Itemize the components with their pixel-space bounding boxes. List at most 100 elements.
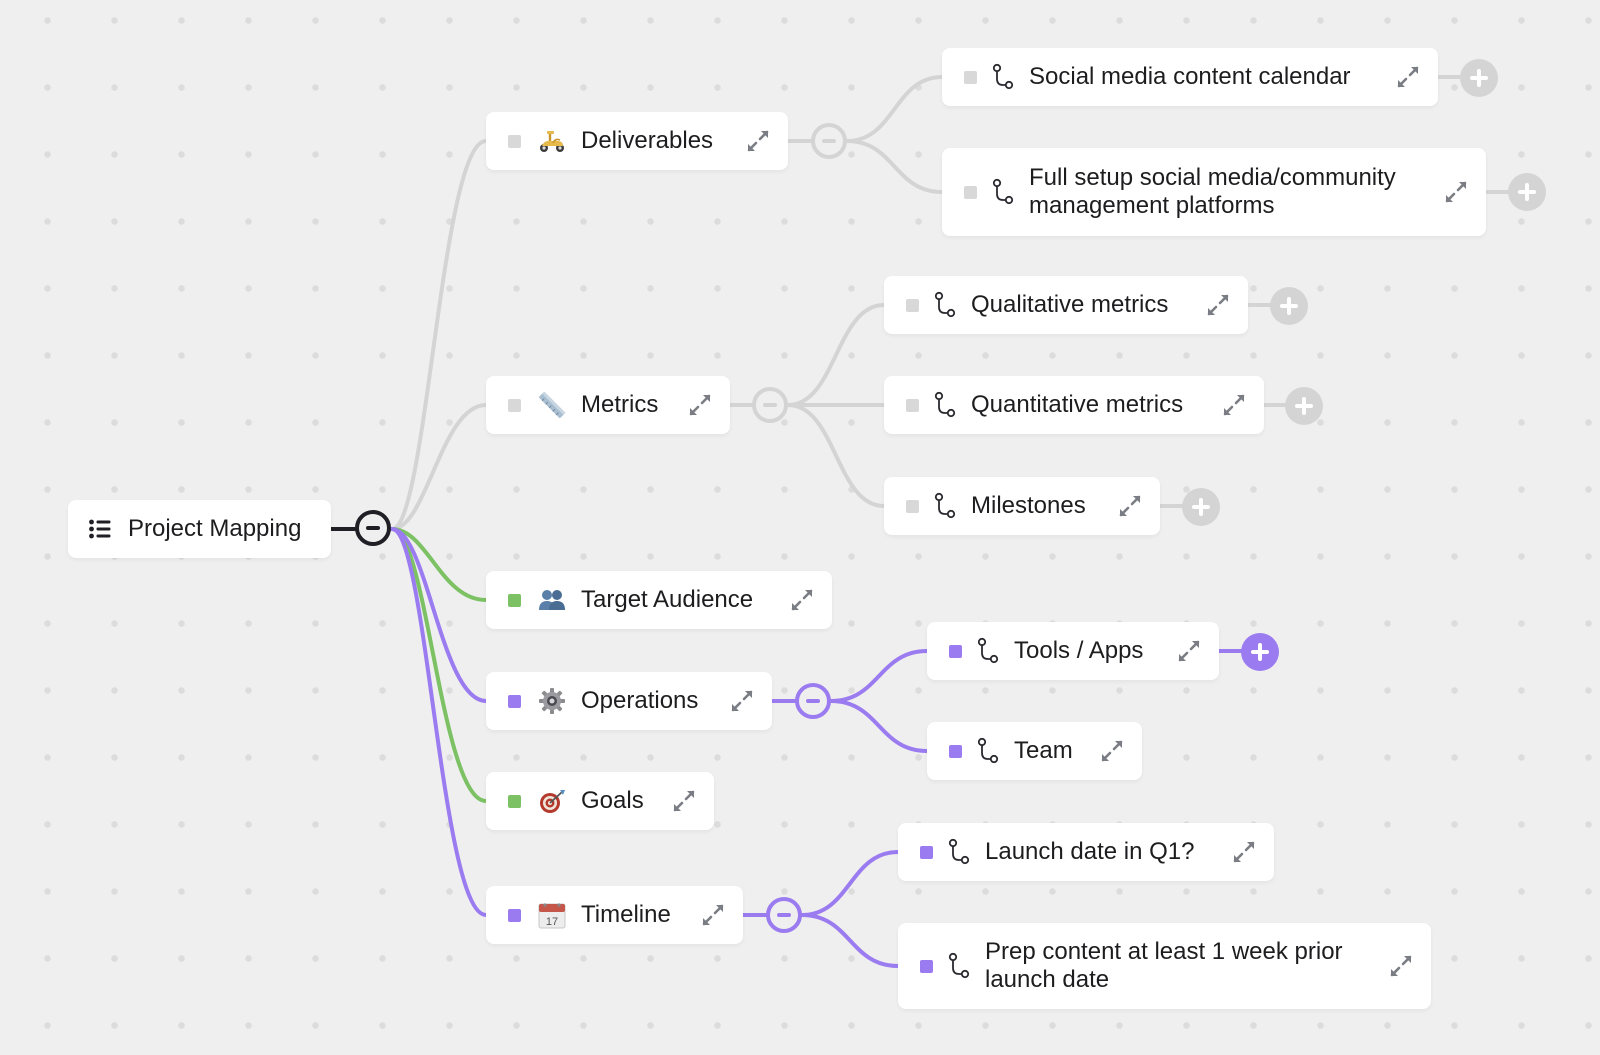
deliverables-child-1-connector [845, 139, 944, 194]
expand-icon[interactable] [1204, 291, 1232, 319]
branch-icon [976, 637, 1000, 665]
add-child-button[interactable] [1182, 488, 1220, 526]
leaf-label: Launch date in Q1? [985, 838, 1195, 865]
target-icon [537, 786, 567, 816]
color-swatch [508, 398, 521, 412]
color-swatch [508, 694, 521, 708]
root-to-deliverables-connector [390, 139, 488, 531]
operations-child-1-connector [829, 699, 929, 753]
operations-collapse-toggle[interactable] [795, 683, 831, 719]
svg-text:17: 17 [546, 916, 558, 928]
color-swatch [964, 185, 977, 199]
root-node[interactable]: Project Mapping [68, 500, 331, 558]
color-swatch [964, 70, 977, 84]
metrics-child-2-connector [786, 403, 886, 508]
leaf-node[interactable]: Team [927, 722, 1142, 780]
timeline-child-0-connector [800, 850, 900, 917]
expand-icon[interactable] [728, 687, 756, 715]
gear-icon [537, 686, 567, 716]
branch-icon [933, 391, 957, 419]
color-swatch [906, 298, 919, 312]
ruler-icon [537, 390, 567, 420]
color-swatch [508, 134, 521, 148]
leaf-node[interactable]: Full setup social media/community manage… [942, 148, 1486, 236]
leaf-node[interactable]: Launch date in Q1? [898, 823, 1274, 881]
expand-icon[interactable] [699, 901, 727, 929]
calendar-icon: 17 [537, 900, 567, 930]
minus-icon [777, 913, 791, 917]
leaf-label: Full setup social media/community manage… [1029, 164, 1396, 219]
color-swatch [949, 744, 962, 758]
branch-icon [947, 838, 971, 866]
minus-icon [763, 403, 777, 407]
color-swatch [906, 398, 919, 412]
add-child-button[interactable] [1460, 59, 1498, 97]
branch-icon [991, 178, 1015, 206]
root-collapse-toggle[interactable] [355, 510, 391, 546]
deliverables-collapse-toggle[interactable] [811, 123, 847, 159]
branch-icon [933, 492, 957, 520]
branch-node-deliverables[interactable]: Deliverables [486, 112, 788, 170]
add-child-button[interactable] [1270, 287, 1308, 325]
expand-icon[interactable] [1394, 63, 1422, 91]
color-swatch [508, 794, 521, 808]
color-swatch [920, 959, 933, 973]
root-to-timeline-connector [390, 527, 488, 917]
leaf-node[interactable]: Prep content at least 1 week prior launc… [898, 923, 1431, 1009]
color-swatch [508, 908, 521, 922]
add-child-button[interactable] [1508, 173, 1546, 211]
expand-icon[interactable] [670, 787, 698, 815]
leaf-node[interactable]: Milestones [884, 477, 1160, 535]
plus-icon [1251, 643, 1269, 661]
branch-icon [976, 737, 1000, 765]
branch-node-goals[interactable]: Goals [486, 772, 714, 830]
branch-label: Operations [581, 687, 699, 714]
branch-node-operations[interactable]: Operations [486, 672, 772, 730]
plus-icon [1295, 397, 1313, 415]
branch-node-timeline[interactable]: 17 Timeline [486, 886, 743, 944]
timeline-child-1-connector [800, 913, 900, 968]
list-bullets-icon [88, 517, 112, 541]
color-swatch [920, 845, 933, 859]
expand-icon[interactable] [686, 391, 714, 419]
branch-label: Deliverables [581, 127, 714, 154]
leaf-node[interactable]: Qualitative metrics [884, 276, 1248, 334]
expand-icon[interactable] [1387, 952, 1415, 980]
metrics-collapse-toggle[interactable] [752, 387, 788, 423]
color-swatch [949, 644, 962, 658]
motor-scooter-icon [537, 126, 567, 156]
leaf-node[interactable]: Quantitative metrics [884, 376, 1264, 434]
expand-icon[interactable] [1116, 492, 1144, 520]
people-icon [537, 585, 567, 615]
deliverables-child-0-connector [845, 75, 944, 143]
leaf-label: Prep content at least 1 week prior launc… [985, 938, 1343, 993]
expand-icon[interactable] [788, 586, 816, 614]
plus-icon [1470, 69, 1488, 87]
expand-icon[interactable] [1098, 737, 1126, 765]
timeline-collapse-toggle[interactable] [766, 897, 802, 933]
expand-icon[interactable] [1220, 391, 1248, 419]
leaf-node[interactable]: Social media content calendar [942, 48, 1438, 106]
branch-icon [947, 952, 971, 980]
branch-icon [933, 291, 957, 319]
minus-icon [366, 526, 380, 530]
expand-icon[interactable] [1442, 178, 1470, 206]
plus-icon [1192, 498, 1210, 516]
leaf-label: Quantitative metrics [971, 391, 1184, 418]
branch-node-target-audience[interactable]: Target Audience [486, 571, 832, 629]
color-swatch [508, 593, 521, 607]
branch-label: Metrics [581, 391, 659, 418]
expand-icon[interactable] [1230, 838, 1258, 866]
add-child-button[interactable] [1241, 633, 1279, 671]
leaf-label: Qualitative metrics [971, 291, 1169, 318]
minus-icon [806, 699, 820, 703]
plus-icon [1518, 183, 1536, 201]
leaf-label: Team [1014, 737, 1073, 764]
expand-icon[interactable] [744, 127, 772, 155]
color-swatch [906, 499, 919, 513]
leaf-node[interactable]: Tools / Apps [927, 622, 1219, 680]
branch-node-metrics[interactable]: Metrics [486, 376, 730, 434]
branch-label: Timeline [581, 901, 671, 928]
expand-icon[interactable] [1175, 637, 1203, 665]
add-child-button[interactable] [1285, 387, 1323, 425]
